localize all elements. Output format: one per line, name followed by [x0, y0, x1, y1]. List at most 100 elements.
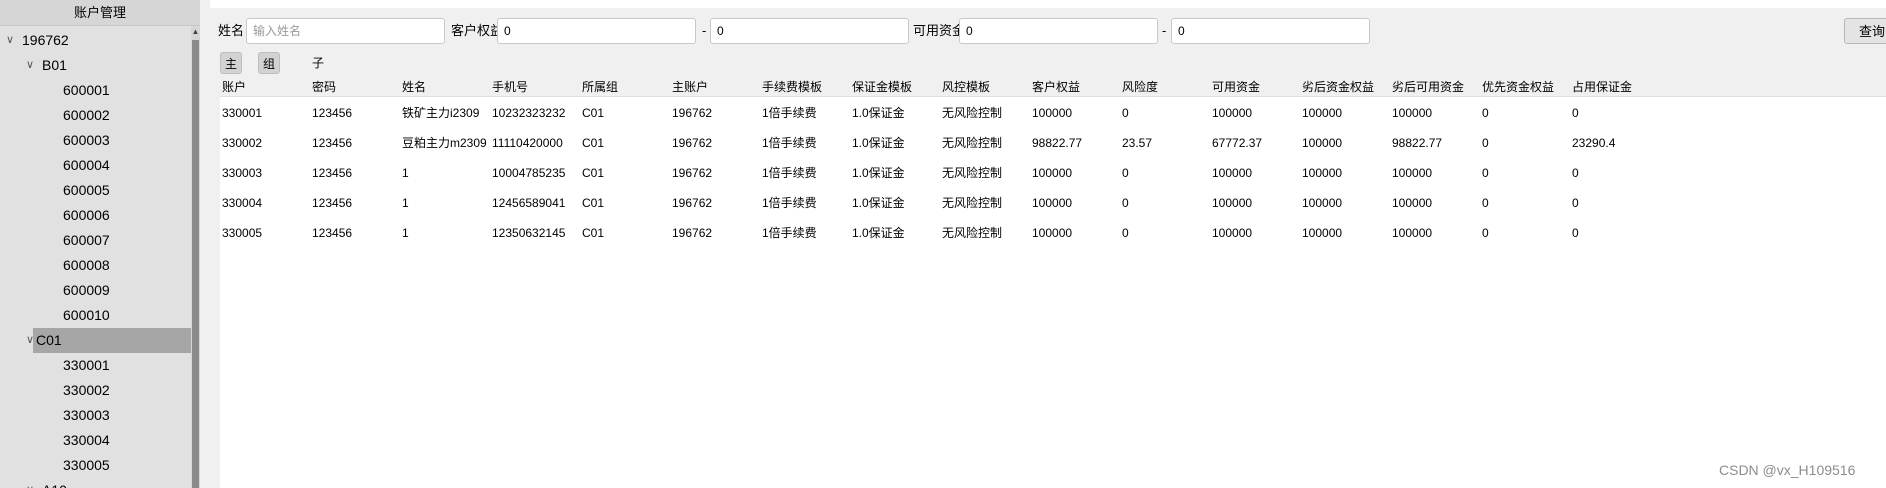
tree-node-label: A10 [42, 478, 67, 488]
tree-node[interactable]: 600002 [0, 103, 191, 128]
table-row[interactable]: 330004 123456 1 12456589041 C01 196762 1倍手续费 1.… [220, 188, 1886, 218]
table-cell: C01 [582, 106, 605, 120]
expand-chevron-icon[interactable]: ∨ [23, 328, 37, 353]
table-cell: 1倍手续费 [762, 166, 817, 180]
tree-node[interactable]: ∨ C01 [26, 328, 191, 353]
table-cell: 330001 [222, 106, 263, 120]
column-header[interactable]: 保证金模板 [852, 78, 912, 97]
column-header[interactable]: 主账户 [672, 78, 708, 97]
column-header[interactable]: 手机号 [492, 78, 528, 97]
table-cell: 23.57 [1122, 136, 1153, 150]
column-header[interactable]: 密码 [312, 78, 336, 97]
tree-node-label: 600003 [63, 132, 110, 148]
tree-node[interactable]: 330003 [0, 403, 191, 428]
column-header[interactable]: 风控模板 [942, 78, 990, 97]
tree-node-label: 600004 [63, 157, 110, 173]
available-range-separator: - [1162, 23, 1167, 38]
account-tree-panel: 账户管理 ∨ 196762 ∨ B01 600001 600002 600003 600004… [0, 0, 200, 488]
table-cell: 0 [1482, 136, 1489, 150]
tree-node[interactable]: 600003 [0, 128, 191, 153]
tab-group-admin[interactable]: 组管理员 [258, 52, 281, 137]
table-cell: 100000 [1032, 106, 1073, 120]
tree-node-label: 600007 [63, 232, 110, 248]
column-header[interactable]: 客户权益 [1032, 78, 1080, 97]
table-cell: 100000 [1392, 166, 1433, 180]
table-cell: 1倍手续费 [762, 106, 817, 120]
table-cell: 0 [1482, 196, 1489, 210]
tree-node[interactable]: 330002 [0, 378, 191, 403]
table-cell: 无风险控制 [942, 136, 1003, 150]
table-cell: 196762 [672, 166, 713, 180]
equity-max-input[interactable] [710, 18, 909, 44]
tree-node[interactable]: 600008 [0, 253, 191, 278]
table-row[interactable]: 330005 123456 1 12350632145 C01 196762 1倍手续费 1.… [220, 218, 1886, 248]
name-filter-input[interactable] [246, 18, 445, 44]
table-cell: 0 [1122, 226, 1129, 240]
column-header[interactable]: 手续费模板 [762, 78, 822, 97]
available-min-input[interactable] [959, 18, 1158, 44]
table-row[interactable]: 330001 123456 铁矿主力i2309 10232323232 C01 19676… [220, 98, 1886, 128]
table-cell: 0 [1572, 106, 1579, 120]
table-cell: C01 [582, 166, 605, 180]
tree-node[interactable]: 600007 [0, 228, 191, 253]
tree-node[interactable]: ∨ 196762 [0, 28, 191, 53]
scrollbar-thumb[interactable] [192, 40, 199, 488]
tree-node[interactable]: 600001 [0, 78, 191, 103]
column-header[interactable]: 风险度 [1122, 78, 1158, 97]
table-cell: 0 [1572, 196, 1579, 210]
tree-node[interactable]: 600004 [0, 153, 191, 178]
tree-node[interactable]: ∨ B01 [0, 53, 191, 78]
table-cell: 1.0保证金 [852, 106, 905, 120]
expand-chevron-icon[interactable]: ∨ [3, 28, 17, 53]
tree-node-label: 600002 [63, 107, 110, 123]
table-cell: 196762 [672, 226, 713, 240]
main-panel: 姓名 客户权益 - 可用资金 - 查询 主账户组管理员子账户 账户密码姓名手机号… [210, 8, 1886, 488]
account-tree: ∨ 196762 ∨ B01 600001 600002 600003 600004 60000… [0, 28, 191, 488]
table-cell: 1倍手续费 [762, 196, 817, 210]
tree-node[interactable]: 330001 [0, 353, 191, 378]
column-header[interactable]: 劣后可用资金 [1392, 78, 1464, 97]
column-header[interactable]: 优先资金权益 [1482, 78, 1554, 97]
column-header[interactable]: 账户 [222, 78, 246, 97]
tree-node-label: 330005 [63, 457, 110, 473]
table-cell: 12456589041 [492, 196, 566, 210]
table-cell: 11110420000 [492, 136, 563, 150]
column-header[interactable]: 劣后资金权益 [1302, 78, 1374, 97]
table-cell: 无风险控制 [942, 166, 1003, 180]
table-cell: 196762 [672, 136, 713, 150]
query-button[interactable]: 查询 [1844, 18, 1886, 44]
column-header[interactable]: 占用保证金 [1572, 78, 1632, 97]
tree-node-label: 600010 [63, 307, 110, 323]
tree-node[interactable]: 330005 [0, 453, 191, 478]
table-row[interactable]: 330003 123456 1 10004785235 C01 196762 1倍手续费 1.… [220, 158, 1886, 188]
table-cell: C01 [582, 196, 605, 210]
tree-node[interactable]: ∨ A10 [0, 478, 191, 488]
available-max-input[interactable] [1171, 18, 1370, 44]
tree-node[interactable]: 600010 [0, 303, 191, 328]
table-cell: 0 [1482, 226, 1489, 240]
tree-node[interactable]: 600005 [0, 178, 191, 203]
table-cell: 10232323232 [492, 106, 566, 120]
tab-main-account[interactable]: 主账户 [220, 52, 243, 115]
table-cell: 98822.77 [1032, 136, 1083, 150]
accounts-table: 账户 密码 姓名 手机号 所属组 主账户 手续费模板 保证金模板 风控模板 客户权益 风险度 可用资金… [220, 78, 1886, 488]
equity-range-separator: - [702, 23, 707, 38]
equity-min-input[interactable] [497, 18, 696, 44]
scroll-up-arrow-icon[interactable]: ▲ [191, 26, 200, 38]
table-cell: 1 [402, 226, 409, 240]
panel-divider[interactable] [200, 0, 210, 488]
tree-node[interactable]: 600009 [0, 278, 191, 303]
tree-node[interactable]: 600006 [0, 203, 191, 228]
column-header[interactable]: 姓名 [402, 78, 426, 97]
tree-node[interactable]: 330004 [0, 428, 191, 453]
tab-sub-account[interactable]: 子账户 [308, 52, 328, 114]
tree-scrollbar[interactable]: ▲ [191, 26, 200, 488]
expand-chevron-icon[interactable]: ∨ [23, 478, 37, 488]
expand-chevron-icon[interactable]: ∨ [23, 53, 37, 78]
table-row[interactable]: 330002 123456 豆粕主力m2309 11110420000 C01 19676… [220, 128, 1886, 158]
column-header[interactable]: 所属组 [582, 78, 618, 97]
table-cell: 100000 [1032, 196, 1073, 210]
table-cell: 123456 [312, 136, 353, 150]
column-header[interactable]: 可用资金 [1212, 78, 1260, 97]
table-cell: 0 [1572, 166, 1579, 180]
